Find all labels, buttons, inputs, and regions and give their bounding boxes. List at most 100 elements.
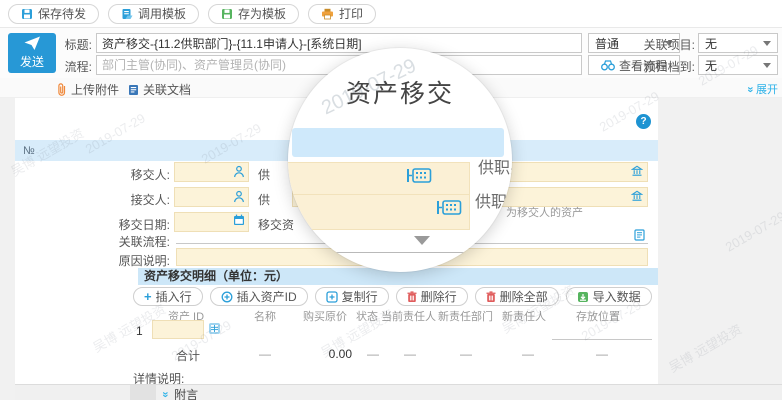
related-project-label: 关联项目: [642, 36, 695, 53]
print-button[interactable]: 打印 [308, 4, 376, 24]
save-template-icon [221, 8, 233, 20]
send-button-label: 发送 [20, 53, 44, 70]
col-name: 名称 [254, 308, 276, 324]
col-new-dept: 新责任部门 [438, 308, 493, 324]
insert-asset-id-button[interactable]: 插入资产ID [210, 287, 308, 306]
magnified-label-fragment-1: 供职身 [478, 154, 512, 178]
asset-picker-icon[interactable] [208, 322, 221, 335]
copy-row-label: 复制行 [342, 288, 378, 305]
col-status: 状态 [356, 308, 378, 324]
document-icon [128, 84, 139, 96]
delete-all-button[interactable]: 删除全部 [475, 287, 559, 306]
magnified-dropdown-arrow-icon [414, 236, 430, 245]
priority-value: 普通 [595, 35, 619, 52]
location-input[interactable] [552, 326, 652, 340]
postscript-label: 附言 [174, 386, 198, 400]
save-template-button[interactable]: 存为模板 [208, 4, 299, 24]
person-picker-icon[interactable] [233, 165, 245, 178]
person-picker-icon[interactable] [233, 190, 245, 203]
prearchive-label: 预归档到: [642, 58, 695, 75]
row-index: 1 [136, 324, 143, 338]
total-new-person-dash: — [522, 347, 534, 361]
import-data-icon [577, 291, 589, 303]
load-template-icon [121, 8, 133, 20]
magnified-underline [334, 252, 464, 253]
insert-asset-id-icon [221, 291, 233, 303]
save-draft-button[interactable]: 保存待发 [8, 4, 99, 24]
magnified-serial-bar [292, 128, 504, 157]
delete-row-label: 删除行 [421, 288, 457, 305]
caret-down-icon [763, 41, 771, 46]
transfer-hint-fragment: 为移交人的资产 [506, 204, 583, 220]
upload-attachment-button[interactable]: 上传附件 [57, 81, 119, 98]
col-location: 存放位置 [576, 308, 620, 324]
magnifier-overlay: 2019-07-29 资产移交 供职身 供职 [288, 48, 512, 272]
asset-transfer-form-screen: 吴博 远望投资 2019-07-29 2019-07-29 吴博 远望投资 20… [0, 0, 782, 400]
top-toolbar: 保存待发 调用模板 存为模板 打印 [0, 0, 782, 28]
delete-row-button[interactable]: 删除行 [396, 287, 468, 306]
related-project-value: 无 [705, 35, 717, 52]
total-price: 0.00 [326, 347, 352, 361]
delete-row-icon [407, 291, 417, 303]
insert-asset-id-label: 插入资产ID [237, 288, 297, 305]
magnified-field-1 [288, 162, 470, 196]
save-draft-icon [21, 8, 33, 20]
load-template-button[interactable]: 调用模板 [108, 4, 199, 24]
col-purchase-price: 购买原价 [303, 308, 347, 324]
paperclip-icon [57, 83, 67, 96]
related-doc-label: 关联文档 [143, 81, 191, 98]
help-icon[interactable]: ? [636, 114, 651, 129]
col2-row1-label-fragment: 供 [258, 166, 292, 183]
insert-row-button[interactable]: + 插入行 [133, 287, 203, 306]
footer-divider-block [130, 385, 156, 400]
magnified-label-fragment-2: 供职 [475, 188, 507, 212]
org-picker-icon[interactable] [631, 190, 643, 202]
flow-doc-picker-icon[interactable] [634, 229, 645, 241]
related-doc-button[interactable]: 关联文档 [128, 81, 191, 98]
related-project-select[interactable]: 无 [698, 33, 778, 53]
insert-row-label: 插入行 [156, 288, 192, 305]
calendar-icon[interactable] [233, 214, 245, 226]
binoculars-icon [601, 60, 615, 71]
delete-all-label: 删除全部 [500, 288, 548, 305]
print-icon [321, 8, 334, 20]
import-data-label: 导入数据 [593, 288, 641, 305]
import-data-button[interactable]: 导入数据 [566, 287, 652, 306]
col-current-owner: 当前责任人 [381, 308, 436, 324]
total-new-dept-dash: — [460, 347, 472, 361]
insert-row-icon: + [144, 290, 152, 303]
expand-button[interactable]: « 展开 [748, 81, 778, 97]
prearchive-value: 无 [705, 57, 717, 74]
copy-row-icon [326, 291, 338, 303]
load-template-label: 调用模板 [138, 5, 186, 22]
title-input[interactable] [96, 33, 582, 53]
watermark-text: 2019-07-29 [723, 208, 782, 254]
flow-field-label: 流程: [58, 58, 92, 75]
col-new-owner: 新责任人 [502, 308, 546, 324]
chevron-double-down-icon: « [161, 391, 172, 397]
col2-row2-label-fragment: 供 [258, 191, 292, 208]
upload-attachment-label: 上传附件 [71, 81, 119, 98]
delete-all-icon [486, 291, 496, 303]
title-field-label: 标题: [58, 36, 92, 53]
total-location-dash: — [596, 347, 608, 361]
org-picker-icon[interactable] [631, 165, 643, 177]
save-draft-label: 保存待发 [38, 5, 86, 22]
magnified-keyboard-picker-icon [436, 199, 462, 216]
copy-row-button[interactable]: 复制行 [315, 287, 389, 306]
prearchive-select[interactable]: 无 [698, 55, 778, 75]
asset-id-input[interactable] [152, 320, 204, 339]
transferor-label: 移交人: [102, 166, 170, 183]
paper-plane-icon [24, 36, 41, 51]
detail-toolbar: + 插入行 插入资产ID 复制行 删除行 删除全部 导入数据 [133, 287, 652, 306]
magnified-keyboard-picker-icon [406, 167, 432, 184]
expand-label: 展开 [756, 81, 778, 97]
chevron-double-down-icon: « [745, 86, 756, 92]
reason-label: 原因说明: [100, 252, 170, 269]
transfer-date-label: 移交日期: [102, 216, 170, 233]
print-label: 打印 [339, 5, 363, 22]
receiver-label: 接交人: [102, 191, 170, 208]
postscript-toggle[interactable]: « 附言 [163, 386, 198, 400]
watermark-text: 吴博 远望投资 [665, 319, 745, 376]
send-button[interactable]: 发送 [8, 33, 56, 73]
